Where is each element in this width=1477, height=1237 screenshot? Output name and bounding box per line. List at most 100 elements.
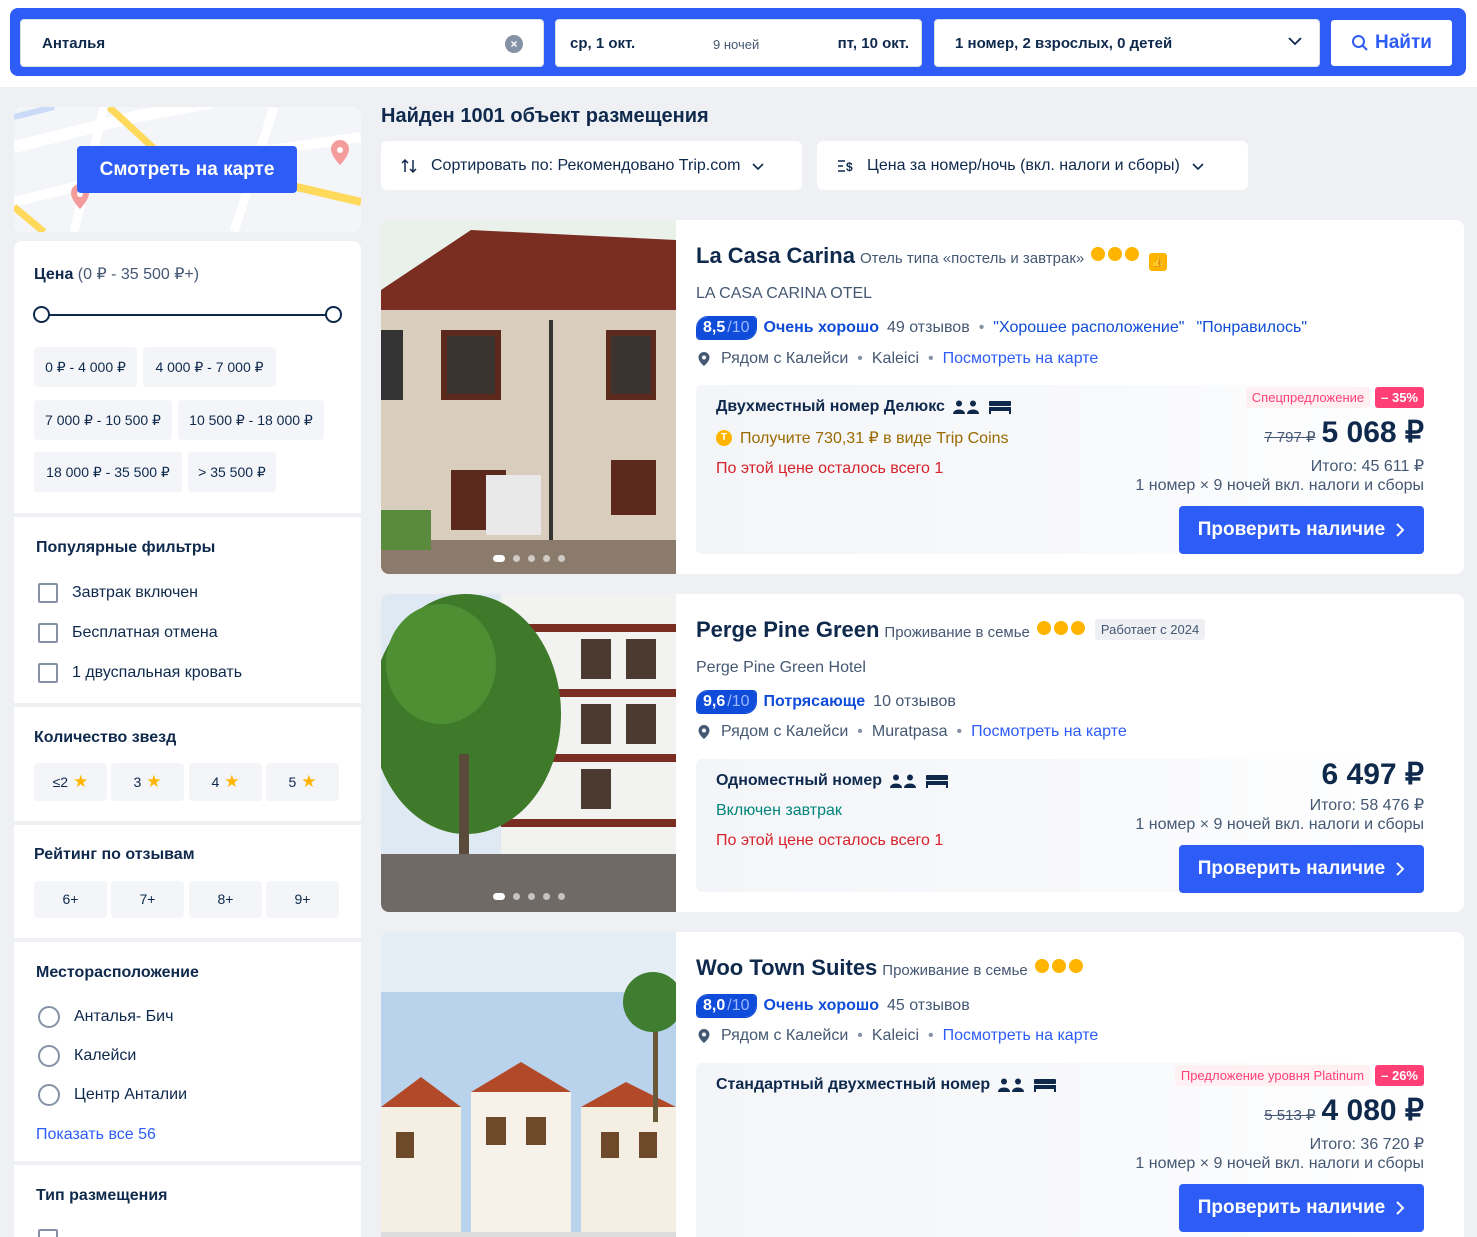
- price-chip[interactable]: > 35 500 ₽: [188, 452, 276, 492]
- review-chip[interactable]: 6+: [34, 881, 107, 918]
- show-all-locations-link[interactable]: Показать все 56: [36, 1126, 156, 1144]
- room-name-row: Стандартный двухместный номер: [716, 1076, 1056, 1094]
- divider: [14, 703, 361, 707]
- star-chip-label: 4: [211, 774, 219, 790]
- check-availability-button[interactable]: Проверить наличие: [1179, 1184, 1424, 1232]
- view-on-map-button[interactable]: Смотреть на карте: [77, 146, 297, 193]
- hotel-subtitle: Perge Pine Green Hotel: [696, 659, 866, 677]
- thumbs-up-icon: 👍: [1149, 253, 1167, 271]
- chevron-down-icon: [1190, 158, 1206, 174]
- discount-badge: – 26%: [1375, 1065, 1424, 1086]
- hotel-name-row: Woo Town SuitesПроживание в семье: [696, 955, 1083, 981]
- type-option[interactable]: [38, 1229, 58, 1237]
- radio[interactable]: [38, 1084, 60, 1106]
- checkbox[interactable]: [38, 663, 58, 683]
- destination-input[interactable]: Анталья ×: [20, 19, 544, 67]
- price-title-label: Цена: [34, 266, 73, 283]
- room-name: Одноместный номер: [716, 772, 882, 790]
- check-availability-button[interactable]: Проверить наличие: [1179, 845, 1424, 893]
- separator-dot: •: [928, 350, 934, 368]
- photo-carousel-dots[interactable]: [381, 893, 676, 900]
- hotel-photo[interactable]: [381, 594, 676, 912]
- deal-badges: Спецпредложение – 35%: [1246, 387, 1424, 408]
- radio[interactable]: [38, 1045, 60, 1067]
- room-name: Двухместный номер Делюкс: [716, 398, 945, 416]
- checkbox[interactable]: [38, 1229, 58, 1237]
- review-count[interactable]: 45 отзывов: [887, 997, 970, 1015]
- review-count[interactable]: 49 отзывов: [887, 319, 970, 337]
- trip-coins-text: Получите 730,31 ₽ в виде Trip Coins: [740, 428, 1009, 448]
- hotel-card[interactable]: La Casa Carina Отель типа «постель и завт…: [381, 220, 1464, 574]
- hotel-photo[interactable]: [381, 932, 676, 1237]
- chevron-down-icon: [1285, 31, 1305, 51]
- location-option[interactable]: Центр Анталии: [38, 1084, 187, 1106]
- total-price: Итого: 36 720 ₽: [1310, 1134, 1424, 1154]
- price: 6 497 ₽: [1322, 757, 1425, 792]
- view-on-map-link[interactable]: Посмотреть на карте: [943, 1027, 1099, 1045]
- review-count[interactable]: 10 отзывов: [873, 693, 956, 711]
- hotel-name[interactable]: La Casa Carina: [696, 243, 855, 268]
- svg-text:$: $: [846, 160, 853, 174]
- check-availability-button[interactable]: Проверить наличие: [1179, 506, 1424, 554]
- price-chip[interactable]: 0 ₽ - 4 000 ₽: [34, 347, 137, 387]
- star-chip-label: ≤2: [53, 774, 68, 790]
- trip-coin-icon: T: [716, 430, 732, 446]
- price-chip[interactable]: 4 000 ₽ - 7 000 ₽: [143, 347, 276, 387]
- price-range-label: (0 ₽ - 35 500 ₽+): [78, 266, 199, 283]
- clear-icon[interactable]: ×: [505, 35, 523, 53]
- area-name: Рядом с Калейси: [721, 350, 848, 368]
- filter-double-bed[interactable]: 1 двуспальная кровать: [38, 663, 242, 683]
- photo-carousel-dots[interactable]: [381, 555, 676, 562]
- checkbox[interactable]: [38, 623, 58, 643]
- checkbox[interactable]: [38, 583, 58, 603]
- room-name: Стандартный двухместный номер: [716, 1076, 990, 1094]
- star-chip[interactable]: 5★: [266, 763, 339, 801]
- price-chip[interactable]: 10 500 ₽ - 18 000 ₽: [178, 400, 324, 440]
- filter-free-cancellation[interactable]: Бесплатная отмена: [38, 623, 218, 643]
- view-on-map-link[interactable]: Посмотреть на карте: [971, 723, 1127, 741]
- hotel-name[interactable]: Woo Town Suites: [696, 955, 877, 980]
- hotel-image: [381, 932, 676, 1237]
- hotel-card[interactable]: Perge Pine GreenПроживание в семьеРабота…: [381, 594, 1464, 912]
- star-chip[interactable]: 4★: [189, 763, 262, 801]
- price-filter-title: Цена (0 ₽ - 35 500 ₽+): [34, 264, 199, 284]
- hotel-name-row: Perge Pine GreenПроживание в семьеРабота…: [696, 617, 1205, 643]
- search-button[interactable]: Найти: [1330, 19, 1453, 67]
- stars-filter-title: Количество звезд: [34, 729, 176, 747]
- price-slider-min-handle[interactable]: [33, 306, 50, 323]
- star-chip[interactable]: 3★: [111, 763, 184, 801]
- view-on-map-link[interactable]: Посмотреть на карте: [943, 350, 1099, 368]
- price-slider-track[interactable]: [41, 314, 333, 316]
- price-display-label: Цена за номер/ночь (вкл. налоги и сборы): [867, 157, 1180, 175]
- separator-dot: •: [857, 350, 863, 368]
- review-chip[interactable]: 7+: [111, 881, 184, 918]
- checkout-date: пт, 10 окт.: [838, 35, 909, 52]
- sort-dropdown[interactable]: Сортировать по: Рекомендовано Trip.com: [381, 141, 802, 190]
- hotel-name[interactable]: Perge Pine Green: [696, 617, 879, 642]
- date-picker[interactable]: ср, 1 окт. 9 ночей пт, 10 окт.: [555, 19, 922, 67]
- map-preview[interactable]: Смотреть на карте: [14, 107, 361, 232]
- review-chip[interactable]: 8+: [189, 881, 262, 918]
- hotel-stars: [1035, 959, 1083, 973]
- star-chip[interactable]: ≤2★: [34, 763, 107, 801]
- hotel-stars: [1037, 621, 1085, 635]
- guests-selector[interactable]: 1 номер, 2 взрослых, 0 детей: [934, 19, 1320, 67]
- radio[interactable]: [38, 1006, 60, 1028]
- hotel-type: Отель типа «постель и завтрак»: [860, 250, 1084, 267]
- score-max: /10: [727, 316, 755, 340]
- rating-row: 9,6/10 Потрясающе 10 отзывов: [696, 690, 956, 714]
- location-option[interactable]: Калейси: [38, 1045, 136, 1067]
- filter-breakfast[interactable]: Завтрак включен: [38, 583, 198, 603]
- review-chip[interactable]: 9+: [266, 881, 339, 918]
- star-chip-label: 3: [133, 774, 141, 790]
- bed-icon: [989, 400, 1011, 414]
- hotel-photo[interactable]: [381, 220, 676, 574]
- price-display-dropdown[interactable]: $ Цена за номер/ночь (вкл. налоги и сбор…: [817, 141, 1248, 190]
- trip-coins-row: T Получите 730,31 ₽ в виде Trip Coins: [716, 428, 1009, 448]
- price-slider-max-handle[interactable]: [325, 306, 342, 323]
- room-offer: Двухместный номер Делюкс T Получите 730,…: [696, 385, 1444, 554]
- location-option[interactable]: Анталья- Бич: [38, 1006, 173, 1028]
- hotel-card[interactable]: Woo Town SuitesПроживание в семье 8,0/10…: [381, 932, 1464, 1237]
- price-chip[interactable]: 7 000 ₽ - 10 500 ₽: [34, 400, 172, 440]
- price-chip[interactable]: 18 000 ₽ - 35 500 ₽: [34, 452, 182, 492]
